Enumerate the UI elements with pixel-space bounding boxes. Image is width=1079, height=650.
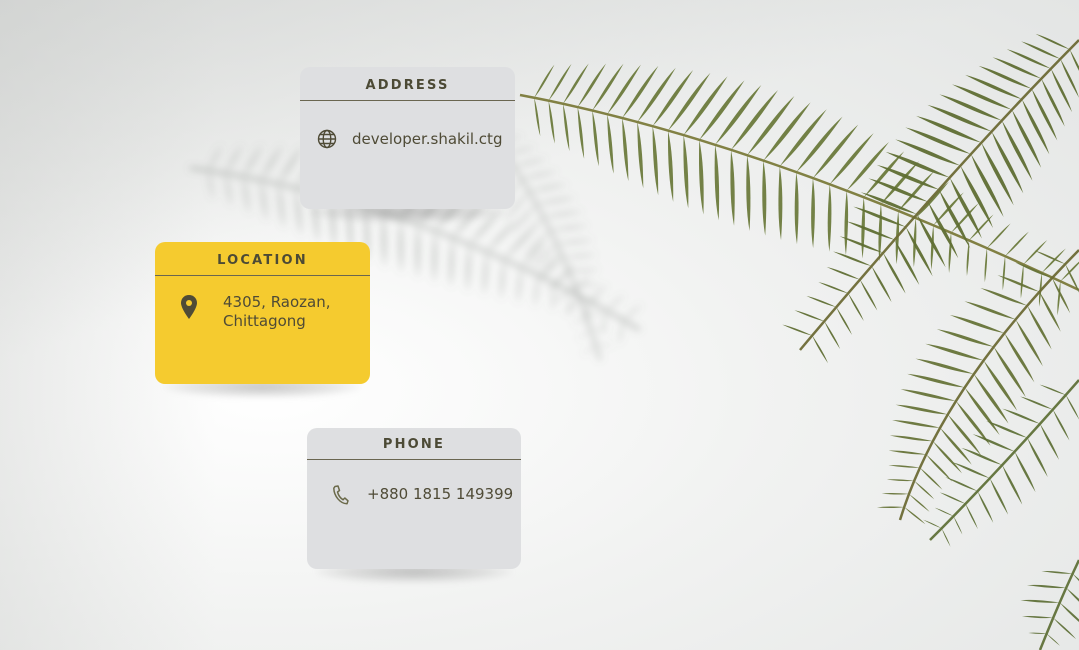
- location-card: LOCATION 4305, Raozan, Chittagong: [155, 242, 370, 398]
- address-title: ADDRESS: [365, 78, 450, 93]
- divider: [307, 459, 521, 460]
- address-card: ADDRESS developer.shakil.ctg: [300, 67, 515, 223]
- divider: [300, 100, 515, 101]
- phone-icon: [332, 485, 349, 509]
- location-address: 4305, Raozan, Chittagong: [223, 293, 331, 331]
- address-row: developer.shakil.ctg: [317, 129, 502, 153]
- location-line-2: Chittagong: [223, 312, 306, 330]
- location-line-1: 4305, Raozan,: [223, 293, 331, 311]
- location-row: 4305, Raozan, Chittagong: [180, 293, 331, 331]
- phone-card: PHONE +880 1815 149399: [307, 428, 521, 583]
- location-title: LOCATION: [217, 253, 308, 268]
- phone-title: PHONE: [382, 437, 446, 452]
- phone-row: +880 1815 149399: [332, 485, 513, 509]
- globe-icon: [317, 129, 337, 153]
- divider: [155, 275, 370, 276]
- map-pin-icon: [180, 294, 198, 324]
- phone-number[interactable]: +880 1815 149399: [367, 485, 513, 504]
- website-link[interactable]: developer.shakil.ctg: [352, 130, 502, 149]
